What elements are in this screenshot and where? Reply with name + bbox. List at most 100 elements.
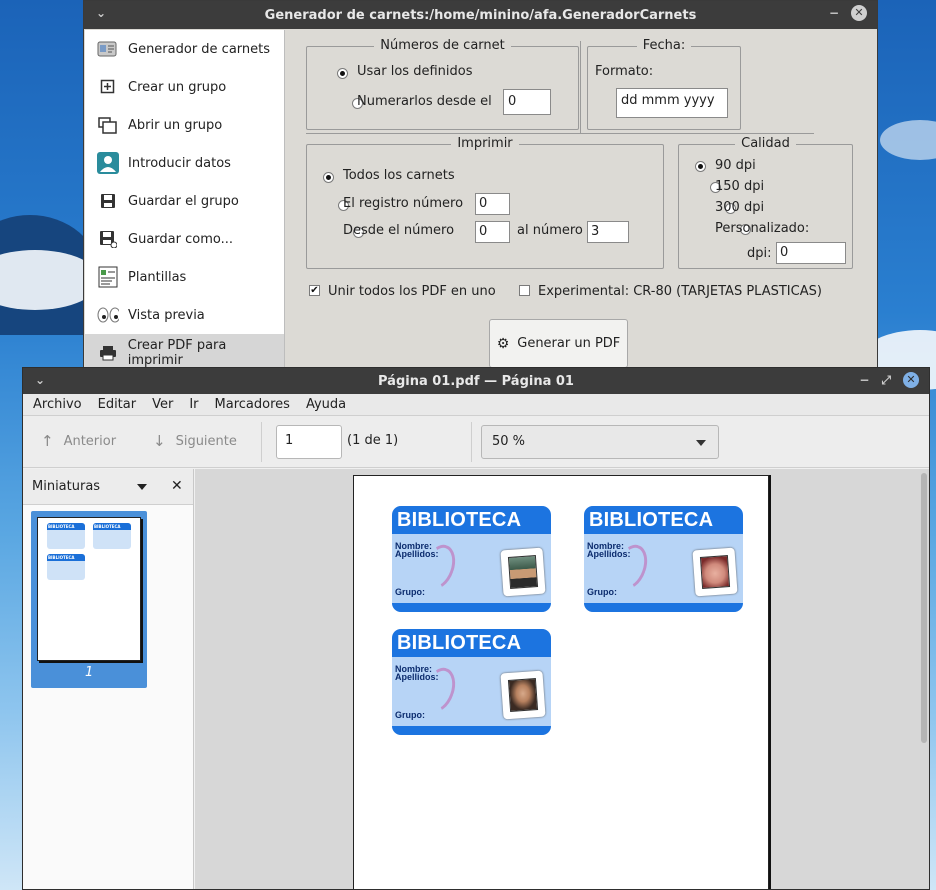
- sidebar-item-guardar-grupo[interactable]: Guardar el grupo: [85, 182, 284, 220]
- card-apellidos-label: Apellidos:: [587, 549, 631, 559]
- menu-archivo[interactable]: Archivo: [25, 397, 90, 412]
- dpi-input[interactable]: 0: [776, 242, 846, 264]
- pdf-viewer-titlebar: ⌄ Página 01.pdf — Página 01 − ⤢ ✕: [23, 368, 929, 394]
- numeros-group: Números de carnet Usar los definidos Num…: [306, 38, 579, 130]
- calidad-legend: Calidad: [735, 136, 796, 151]
- menu-ayuda[interactable]: Ayuda: [298, 397, 354, 412]
- siguiente-button[interactable]: ↓ Siguiente: [153, 432, 237, 450]
- thumbnails-title: Miniaturas: [32, 479, 101, 494]
- experimental-checkbox[interactable]: [519, 285, 530, 296]
- card-apellidos-label: Apellidos:: [395, 549, 439, 559]
- thumbnails-panel: Miniaturas ✕ BIBLIOTECA BIBLIOTECA BIBLI…: [23, 469, 194, 889]
- vertical-scrollbar[interactable]: [921, 473, 927, 743]
- todos-carnets-label: Todos los carnets: [343, 168, 455, 183]
- numeros-legend: Números de carnet: [374, 38, 511, 53]
- sidebar-item-generador[interactable]: Generador de carnets: [85, 30, 284, 68]
- sidebar-item-guardar-como[interactable]: Guardar como...: [85, 220, 284, 258]
- experimental-label: Experimental: CR-80 (TARJETAS PLASTICAS): [538, 284, 822, 299]
- menu-marcadores[interactable]: Marcadores: [207, 397, 298, 412]
- fecha-group: Fecha: Formato: dd mmm yyyy: [587, 38, 741, 130]
- sidebar-item-label: Guardar como...: [128, 231, 233, 247]
- usar-definidos-radio[interactable]: [337, 68, 348, 79]
- close-icon[interactable]: ✕: [903, 372, 919, 388]
- pdf-page: BIBLIOTECA Nombre: Apellidos: Grupo: BIB…: [353, 475, 769, 889]
- formato-label: Formato:: [595, 64, 654, 79]
- close-panel-icon[interactable]: ✕: [171, 478, 183, 494]
- thumbnail-page-image: BIBLIOTECA BIBLIOTECA BIBLIOTECA: [37, 517, 141, 661]
- menubar: Archivo Editar Ver Ir Marcadores Ayuda: [23, 394, 929, 416]
- printer-icon: [97, 342, 119, 364]
- imprimir-legend: Imprimir: [451, 136, 519, 151]
- minimize-icon[interactable]: −: [829, 6, 839, 20]
- photo-frame: [500, 670, 546, 720]
- templates-icon: [97, 266, 119, 288]
- sidebar-item-vista-previa[interactable]: Vista previa: [85, 296, 284, 334]
- save-icon: [97, 190, 119, 212]
- menu-ver[interactable]: Ver: [144, 397, 181, 412]
- document-view[interactable]: BIBLIOTECA Nombre: Apellidos: Grupo: BIB…: [195, 469, 929, 889]
- window-menu-icon[interactable]: ⌄: [35, 373, 45, 387]
- sidebar-item-label: Introducir datos: [128, 155, 231, 171]
- al-numero-input[interactable]: 3: [587, 221, 629, 243]
- numerar-desde-input[interactable]: 0: [503, 89, 551, 115]
- toolbar: ↑ Anterior ↓ Siguiente 1 (1 de 1) 50 %: [23, 416, 929, 468]
- person-photo: [507, 678, 539, 712]
- desde-numero-input[interactable]: 0: [475, 221, 510, 243]
- menu-ir[interactable]: Ir: [181, 397, 206, 412]
- thumbnails-dropdown-icon[interactable]: [137, 484, 147, 490]
- mini-card: BIBLIOTECA: [47, 523, 85, 549]
- card-grupo-label: Grupo:: [395, 587, 425, 597]
- menu-editar[interactable]: Editar: [90, 397, 145, 412]
- sidebar-item-introducir-datos[interactable]: Introducir datos: [85, 144, 284, 182]
- id-card: BIBLIOTECA Nombre: Apellidos: Grupo:: [584, 506, 743, 612]
- save-as-icon: [97, 228, 119, 250]
- card-apellidos-label: Apellidos:: [395, 672, 439, 682]
- sidebar-item-abrir-grupo[interactable]: Abrir un grupo: [85, 106, 284, 144]
- siguiente-label: Siguiente: [175, 433, 237, 449]
- dpi-90-label: 90 dpi: [715, 158, 756, 173]
- close-icon[interactable]: ✕: [851, 5, 867, 21]
- window-menu-icon[interactable]: ⌄: [96, 6, 106, 20]
- person-photo: [699, 555, 731, 589]
- sidebar-item-label: Crear PDF para imprimir: [127, 338, 227, 368]
- window-title: Página 01.pdf — Página 01: [378, 373, 574, 389]
- generador-titlebar: ⌄ Generador de carnets:/home/minino/afa.…: [84, 1, 877, 29]
- al-numero-label: al número: [517, 223, 583, 238]
- todos-carnets-radio[interactable]: [323, 172, 334, 183]
- numerar-desde-label: Numerarlos desde el: [357, 94, 492, 109]
- dpi-90-radio[interactable]: [695, 161, 706, 172]
- unir-pdf-checkbox[interactable]: ✔: [309, 285, 320, 296]
- card-grupo-label: Grupo:: [587, 587, 617, 597]
- generador-sidebar: Generador de carnets Crear un grupo Abri…: [85, 30, 285, 372]
- card-title: BIBLIOTECA: [392, 506, 551, 534]
- formato-input[interactable]: dd mmm yyyy: [616, 88, 728, 118]
- sidebar-item-plantillas[interactable]: Plantillas: [85, 258, 284, 296]
- sidebar-item-label: Plantillas: [128, 269, 187, 285]
- unir-pdf-label: Unir todos los PDF en uno: [328, 284, 496, 299]
- fecha-legend: Fecha:: [636, 38, 692, 53]
- page-count: (1 de 1): [347, 433, 399, 448]
- card-footer: [392, 603, 551, 612]
- new-group-icon: [97, 76, 119, 98]
- card-footer: [392, 726, 551, 735]
- sidebar-item-label: Generador de carnets: [128, 41, 271, 57]
- id-card-icon: [97, 38, 119, 60]
- sidebar-item-label: Vista previa: [128, 307, 205, 323]
- anterior-button[interactable]: ↑ Anterior: [41, 432, 116, 450]
- thumbnail-page-1[interactable]: BIBLIOTECA BIBLIOTECA BIBLIOTECA 1: [31, 511, 147, 688]
- user-data-icon: [97, 152, 119, 174]
- maximize-icon[interactable]: ⤢: [881, 373, 891, 388]
- registro-numero-input[interactable]: 0: [475, 193, 510, 215]
- thumbnail-page-number: 1: [85, 665, 94, 680]
- thumbnails-header: Miniaturas ✕: [23, 469, 193, 505]
- generar-pdf-button[interactable]: ⚙ Generar un PDF: [489, 319, 628, 368]
- photo-frame: [692, 547, 738, 597]
- sidebar-item-label: Crear un grupo: [128, 79, 227, 95]
- person-photo: [507, 555, 539, 589]
- sidebar-item-crear-grupo[interactable]: Crear un grupo: [85, 68, 284, 106]
- zoom-select[interactable]: 50 %: [481, 425, 719, 459]
- dpi-300-label: 300 dpi: [715, 200, 765, 215]
- window-title: Generador de carnets:/home/minino/afa.Ge…: [264, 7, 697, 23]
- page-number-input[interactable]: 1: [276, 425, 342, 459]
- minimize-icon[interactable]: −: [859, 373, 869, 387]
